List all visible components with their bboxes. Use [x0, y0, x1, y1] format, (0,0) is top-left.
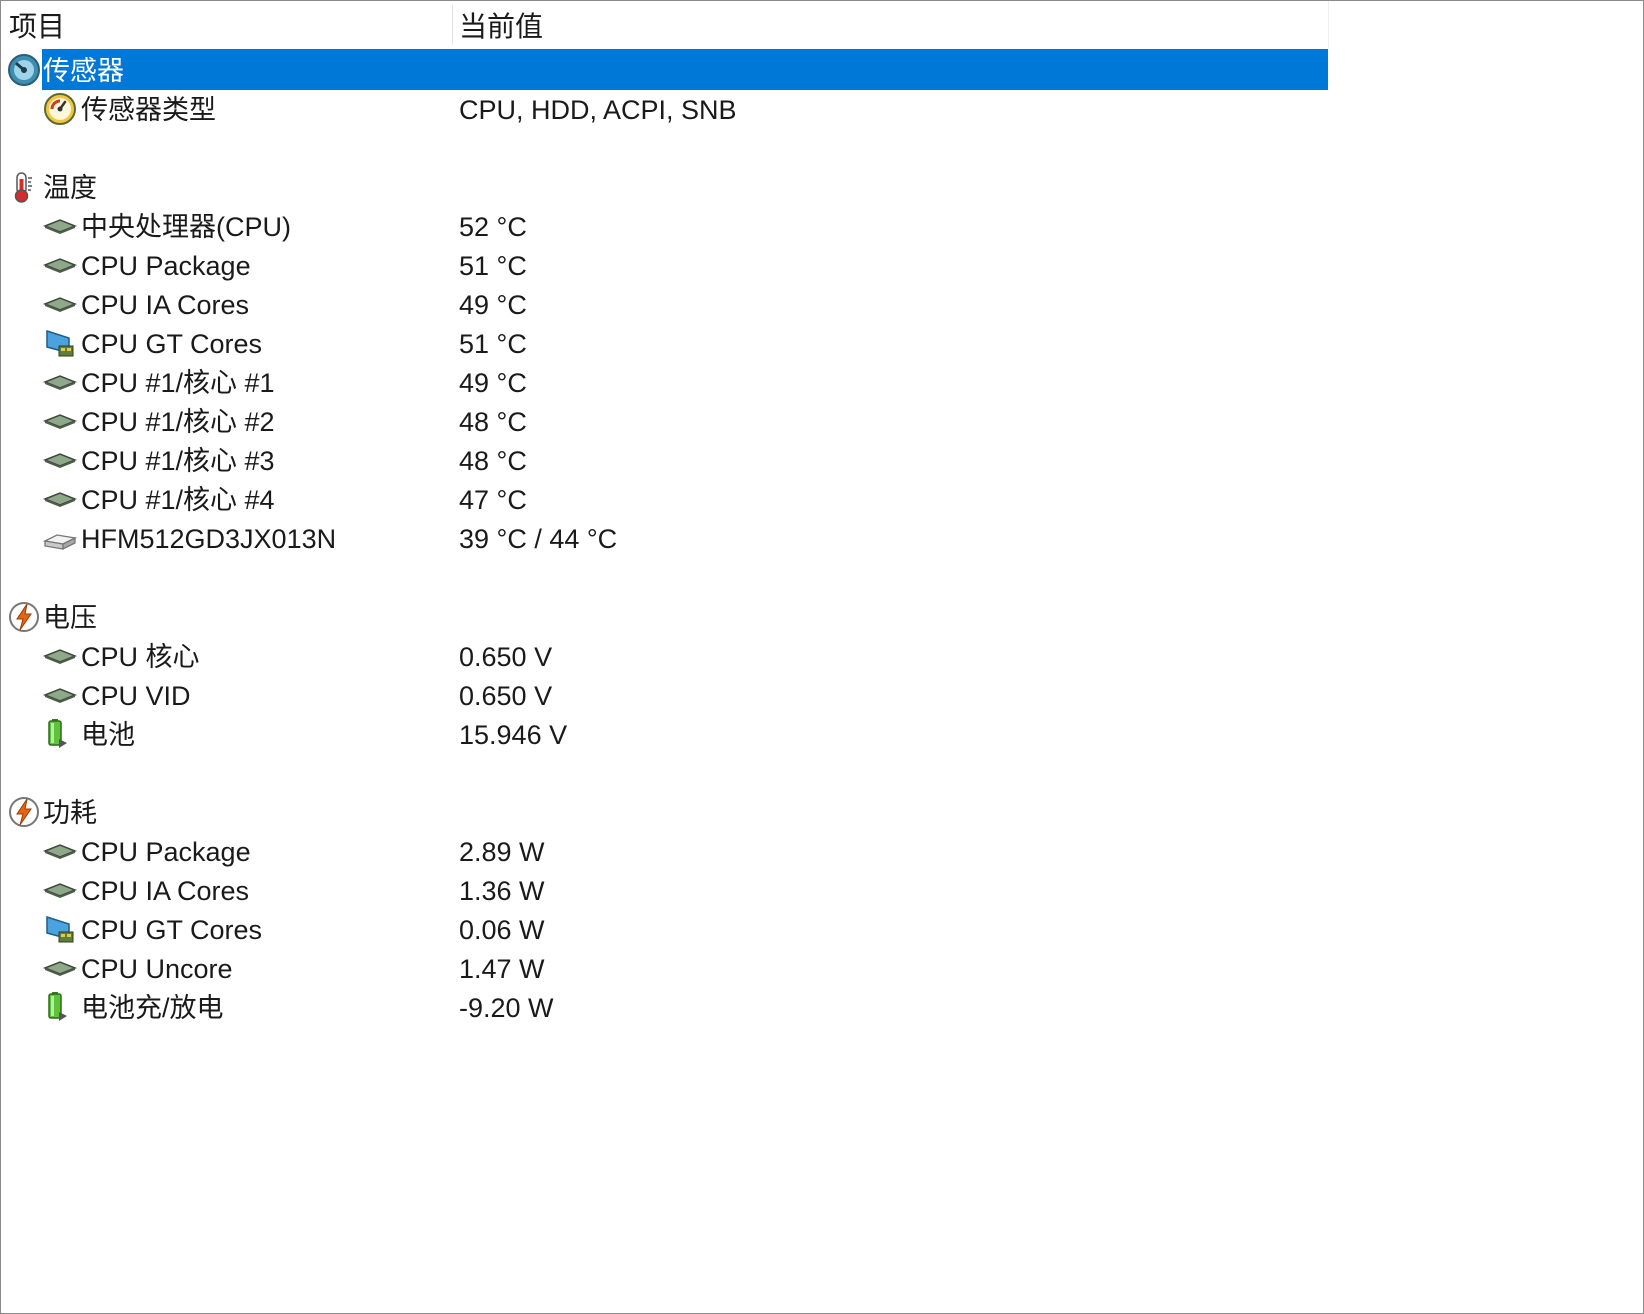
temperature-row[interactable]: CPU Package 51 °C [1, 244, 1328, 285]
power-row[interactable]: CPU Uncore 1.47 W [1, 947, 1328, 988]
voltage-row[interactable]: CPU 核心 0.650 V [1, 635, 1328, 676]
temperature-row[interactable]: CPU GT Cores 51 °C [1, 322, 1328, 363]
temperature-row[interactable]: CPU #1/核心 #4 47 °C [1, 478, 1328, 519]
sensor-type-label: 传感器类型 [81, 95, 216, 125]
temperature-row-value: 49 °C [459, 290, 527, 320]
lightning-bolt-icon [7, 600, 41, 634]
voltage-row[interactable]: CPU VID 0.650 V [1, 674, 1328, 715]
sensor-list-panel: 项目 当前值 传感器 传感器类型 CPU, HDD, ACPI, SNB 温度 … [0, 0, 1644, 1314]
temperature-row-label: CPU #1/核心 #4 [81, 485, 275, 515]
temperature-row[interactable]: CPU IA Cores 49 °C [1, 283, 1328, 324]
temperature-row-value: 52 °C [459, 212, 527, 242]
power-row-label: 电池充/放电 [81, 993, 224, 1023]
group-voltage[interactable]: 电压 [1, 596, 1328, 637]
sensor-type-row[interactable]: 传感器类型 CPU, HDD, ACPI, SNB [1, 88, 1328, 129]
power-row[interactable]: CPU IA Cores 1.36 W [1, 869, 1328, 910]
thermometer-icon [7, 170, 41, 204]
cpu-chip-icon [42, 873, 78, 907]
cpu-chip-icon [42, 639, 78, 673]
temperature-row-label: CPU #1/核心 #2 [81, 407, 275, 437]
cpu-chip-icon [42, 287, 78, 321]
cpu-chip-icon [42, 443, 78, 477]
hard-drive-icon [42, 521, 78, 555]
column-header-item[interactable]: 项目 [9, 1, 449, 49]
temperature-row[interactable]: 中央处理器(CPU) 52 °C [1, 205, 1328, 246]
power-row[interactable]: CPU GT Cores 0.06 W [1, 908, 1328, 949]
voltage-row-value: 15.946 V [459, 720, 568, 750]
column-divider-right [1328, 1, 1329, 49]
group-sensor[interactable]: 传感器 [1, 49, 1328, 90]
temperature-row-value: 51 °C [459, 329, 527, 359]
cpu-chip-icon [42, 482, 78, 516]
temperature-row-value: 48 °C [459, 407, 527, 437]
temperature-row-label: 中央处理器(CPU) [81, 212, 291, 242]
temperature-row[interactable]: CPU #1/核心 #1 49 °C [1, 361, 1328, 402]
selection-highlight [42, 49, 1328, 90]
column-divider[interactable] [452, 5, 453, 45]
cpu-chip-icon [42, 834, 78, 868]
power-row-label: CPU Uncore [81, 954, 233, 984]
temperature-row-value: 51 °C [459, 251, 527, 281]
power-row-value: -9.20 W [459, 993, 554, 1023]
temperature-row-label: CPU #1/核心 #1 [81, 368, 275, 398]
power-row-label: CPU GT Cores [81, 915, 263, 945]
group-temperature[interactable]: 温度 [1, 166, 1328, 207]
temperature-row-label: HFM512GD3JX013N [81, 524, 337, 554]
temperature-row[interactable]: HFM512GD3JX013N 39 °C / 44 °C [1, 517, 1328, 558]
lightning-bolt-icon [7, 795, 41, 829]
column-header-row: 项目 当前值 [1, 1, 1329, 49]
battery-icon [43, 717, 77, 751]
voltage-row-label: CPU 核心 [81, 642, 200, 672]
temperature-row-value: 39 °C / 44 °C [459, 524, 618, 554]
temperature-row-label: CPU #1/核心 #3 [81, 446, 275, 476]
voltage-row-value: 0.650 V [459, 681, 553, 711]
power-row[interactable]: 电池充/放电 -9.20 W [1, 986, 1328, 1027]
temperature-row-value: 49 °C [459, 368, 527, 398]
temperature-row[interactable]: CPU #1/核心 #2 48 °C [1, 400, 1328, 441]
cpu-chip-icon [42, 248, 78, 282]
cpu-chip-icon [42, 209, 78, 243]
temperature-row-label: CPU Package [81, 251, 251, 281]
temperature-row-label: CPU GT Cores [81, 329, 263, 359]
gauge-meter-icon [43, 92, 77, 126]
voltage-row[interactable]: 电池 15.946 V [1, 713, 1328, 754]
temperature-row[interactable]: CPU #1/核心 #3 48 °C [1, 439, 1328, 480]
cpu-chip-icon [42, 365, 78, 399]
voltage-row-label: CPU VID [81, 681, 191, 711]
group-power[interactable]: 功耗 [1, 791, 1328, 832]
sensor-type-value: CPU, HDD, ACPI, SNB [459, 95, 737, 125]
battery-icon [43, 990, 77, 1024]
power-row-value: 1.47 W [459, 954, 545, 984]
temperature-row-value: 48 °C [459, 446, 527, 476]
group-power-label: 功耗 [43, 798, 97, 828]
graphics-monitor-icon [43, 326, 77, 360]
voltage-row-label: 电池 [81, 720, 135, 750]
power-row-value: 2.89 W [459, 837, 545, 867]
graphics-monitor-icon [43, 912, 77, 946]
group-sensor-label: 传感器 [43, 56, 124, 86]
cpu-chip-icon [42, 951, 78, 985]
power-row[interactable]: CPU Package 2.89 W [1, 830, 1328, 871]
cpu-chip-icon [42, 678, 78, 712]
temperature-row-value: 47 °C [459, 485, 527, 515]
temperature-row-label: CPU IA Cores [81, 290, 250, 320]
group-temperature-label: 温度 [43, 173, 97, 203]
voltage-row-value: 0.650 V [459, 642, 553, 672]
power-row-value: 0.06 W [459, 915, 545, 945]
power-row-label: CPU IA Cores [81, 876, 250, 906]
column-header-value[interactable]: 当前值 [459, 1, 1319, 49]
power-row-value: 1.36 W [459, 876, 545, 906]
group-voltage-label: 电压 [43, 603, 97, 633]
cpu-chip-icon [42, 404, 78, 438]
sensor-gauge-icon [7, 53, 41, 87]
power-row-label: CPU Package [81, 837, 251, 867]
